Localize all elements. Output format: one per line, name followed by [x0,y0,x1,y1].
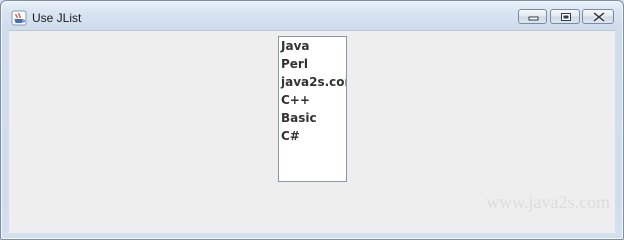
minimize-icon [528,16,539,21]
list-item[interactable]: Perl [279,55,346,73]
window-title: Use JList [32,11,82,25]
java-cup-icon[interactable] [11,10,27,26]
list-item[interactable]: Java [279,37,346,55]
title-bar[interactable]: Use JList [1,1,623,30]
list-item[interactable]: C# [279,127,346,145]
list-item[interactable]: Basic [279,109,346,127]
minimize-button[interactable] [518,9,547,24]
maximize-button[interactable] [550,9,580,24]
watermark-text: www.java2s.com [486,192,610,212]
close-button[interactable] [582,9,614,24]
close-icon [592,11,606,23]
list-item[interactable]: C++ [279,91,346,109]
content-pane: Java Perl java2s.com C++ Basic C# www.ja… [9,30,615,233]
app-window: Use JList Java Perl java2s.com C++ Basic [0,0,624,240]
list-item[interactable]: java2s.com [279,73,346,91]
language-list[interactable]: Java Perl java2s.com C++ Basic C# [278,36,347,182]
maximize-icon [561,13,571,21]
